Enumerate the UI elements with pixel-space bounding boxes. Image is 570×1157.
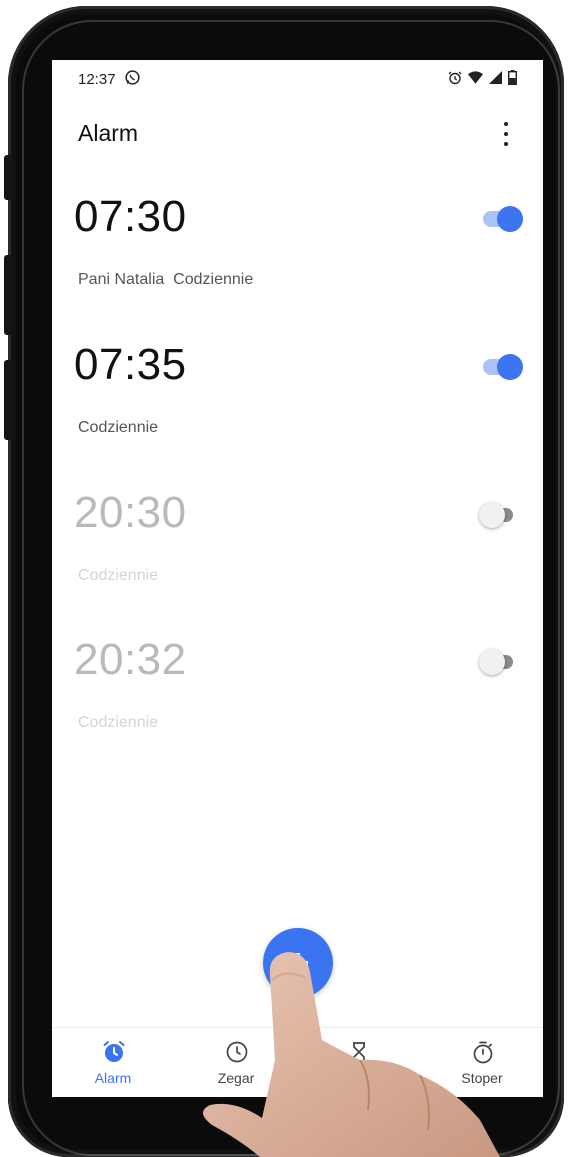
status-bar: 12:37 [52,60,543,100]
nav-tab-alarm[interactable]: Alarm [52,1028,174,1097]
alarm-item[interactable]: 07:35 Codziennie [52,339,543,487]
nav-tab-zegar[interactable]: Zegar [175,1028,297,1097]
alarm-label: Codziennie [78,714,159,731]
alarm-item[interactable]: 20:32 Codziennie [52,634,543,782]
alarm-label: Codziennie [78,567,159,584]
alarm-time: 07:30 [74,192,187,241]
more-options-button[interactable] [499,120,513,148]
bottom-nav: Alarm Zegar Stoper [52,1027,543,1097]
more-vert-icon-dot [504,142,508,146]
alarm-label: Codziennie [78,419,159,436]
alarm-time: 07:35 [74,340,187,389]
signal-icon [489,71,502,84]
more-vert-icon [504,122,508,126]
status-time: 12:37 [78,71,116,88]
app-screen: 12:37 Alarm 07:30 Pani Natalia Codzienni… [52,60,543,1097]
toggle-knob [497,354,523,380]
alarm-toggle[interactable] [479,205,523,233]
whatsapp-icon [125,70,140,85]
alarm-time: 20:32 [74,635,187,684]
nav-label: Alarm [94,1070,132,1086]
plus-icon-stroke [296,953,300,973]
alarm-item[interactable]: 20:30 Codziennie [52,487,543,635]
page-title: Alarm [78,120,139,146]
alarm-label: Pani Natalia Codziennie [78,271,254,288]
alarm-status-icon [448,71,462,84]
nav-tab-stoper[interactable]: Stoper [421,1028,543,1097]
phone-volume-down-button [4,360,12,440]
more-vert-icon-dot [504,132,508,136]
stopwatch-icon [473,1041,493,1064]
alarm-toggle[interactable] [479,648,521,676]
alarm-toggle[interactable] [479,501,521,529]
toggle-knob [479,502,505,528]
status-icons [448,70,517,85]
alarm-toggle[interactable] [479,353,523,381]
timer-icon [353,1042,365,1062]
clock-icon [226,1041,248,1063]
toggle-knob [497,206,523,232]
phone-side-button [4,155,12,200]
alarm-time: 20:30 [74,488,187,537]
alarm-item[interactable]: 07:30 Pani Natalia Codziennie [52,191,543,339]
alarm-icon [103,1041,125,1062]
nav-tab-timer[interactable] [297,1028,419,1097]
nav-label: Zegar [217,1070,255,1086]
toggle-knob [479,649,505,675]
nav-label: Stoper [461,1070,503,1086]
add-alarm-button[interactable] [263,928,333,998]
battery-icon [508,70,517,85]
wifi-icon [468,71,483,84]
phone-volume-up-button [4,255,12,335]
